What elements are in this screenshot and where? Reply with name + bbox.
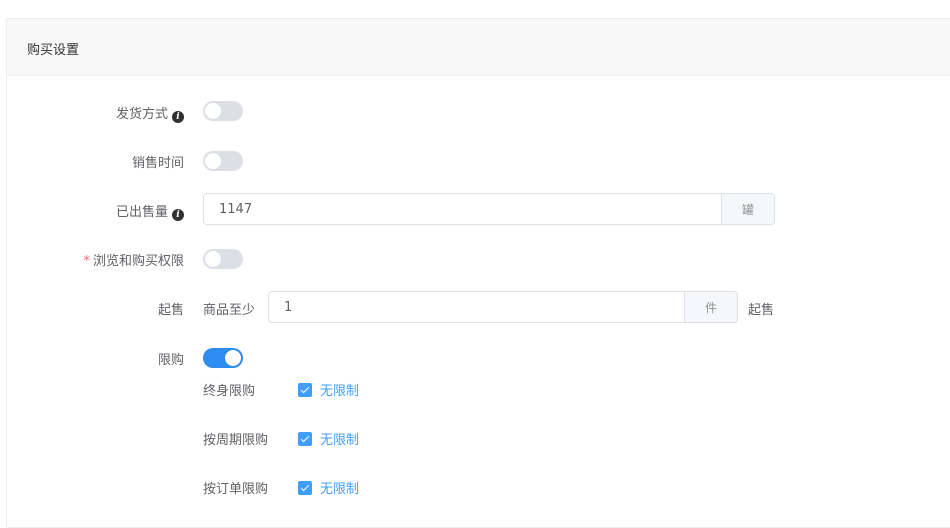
sold-count-label: 已出售量 i — [6, 201, 184, 221]
permission-label: * 浏览和购买权限 — [6, 250, 184, 269]
sale-time-label: 销售时间 — [131, 156, 184, 171]
checkbox-label: 无限制 — [320, 384, 360, 399]
checkbox-checked-icon — [298, 382, 312, 397]
min-purchase-prefix: 商品至少 — [203, 303, 256, 318]
card-header: 购买设置 — [7, 19, 950, 76]
order-limit-label: 按订单限购 — [203, 482, 269, 497]
info-icon[interactable]: i — [172, 209, 184, 221]
limit-switch[interactable] — [203, 348, 243, 368]
min-purchase-suffix: 起售 — [748, 303, 775, 318]
min-purchase-input-group: 件 — [268, 291, 738, 323]
sold-count-unit: 罐 — [721, 194, 774, 224]
switch-knob — [205, 153, 221, 169]
checkbox-label: 无限制 — [320, 433, 360, 448]
min-purchase-input[interactable] — [269, 292, 684, 322]
lifetime-unlimited-checkbox[interactable]: 无限制 — [298, 380, 359, 399]
sold-count-input-group: 罐 — [203, 193, 775, 225]
required-mark: * — [83, 254, 90, 269]
switch-knob — [205, 103, 221, 119]
switch-knob — [225, 350, 241, 366]
checkbox-label: 无限制 — [320, 482, 360, 497]
limit-label: 限购 — [157, 353, 184, 368]
shipping-label: 发货方式 i — [6, 103, 184, 123]
checkbox-checked-icon — [298, 431, 312, 446]
lifetime-limit-label: 终身限购 — [203, 384, 256, 399]
min-purchase-label: 起售 — [157, 303, 184, 318]
permission-switch[interactable] — [203, 249, 243, 269]
sold-count-label-text: 已出售量 — [115, 205, 168, 220]
sale-time-switch[interactable] — [203, 151, 243, 171]
period-unlimited-checkbox[interactable]: 无限制 — [298, 429, 359, 448]
min-purchase-unit: 件 — [684, 292, 737, 322]
shipping-label-text: 发货方式 — [115, 107, 168, 122]
sold-count-input[interactable] — [204, 194, 721, 224]
checkbox-checked-icon — [298, 480, 312, 495]
info-icon[interactable]: i — [172, 111, 184, 123]
card-title: 购买设置 — [27, 43, 80, 58]
purchase-settings-card: 购买设置 — [6, 18, 950, 528]
order-unlimited-checkbox[interactable]: 无限制 — [298, 478, 359, 497]
shipping-switch[interactable] — [203, 101, 243, 121]
permission-label-text: 浏览和购买权限 — [92, 254, 184, 269]
period-limit-label: 按周期限购 — [203, 433, 269, 448]
switch-knob — [205, 251, 221, 267]
